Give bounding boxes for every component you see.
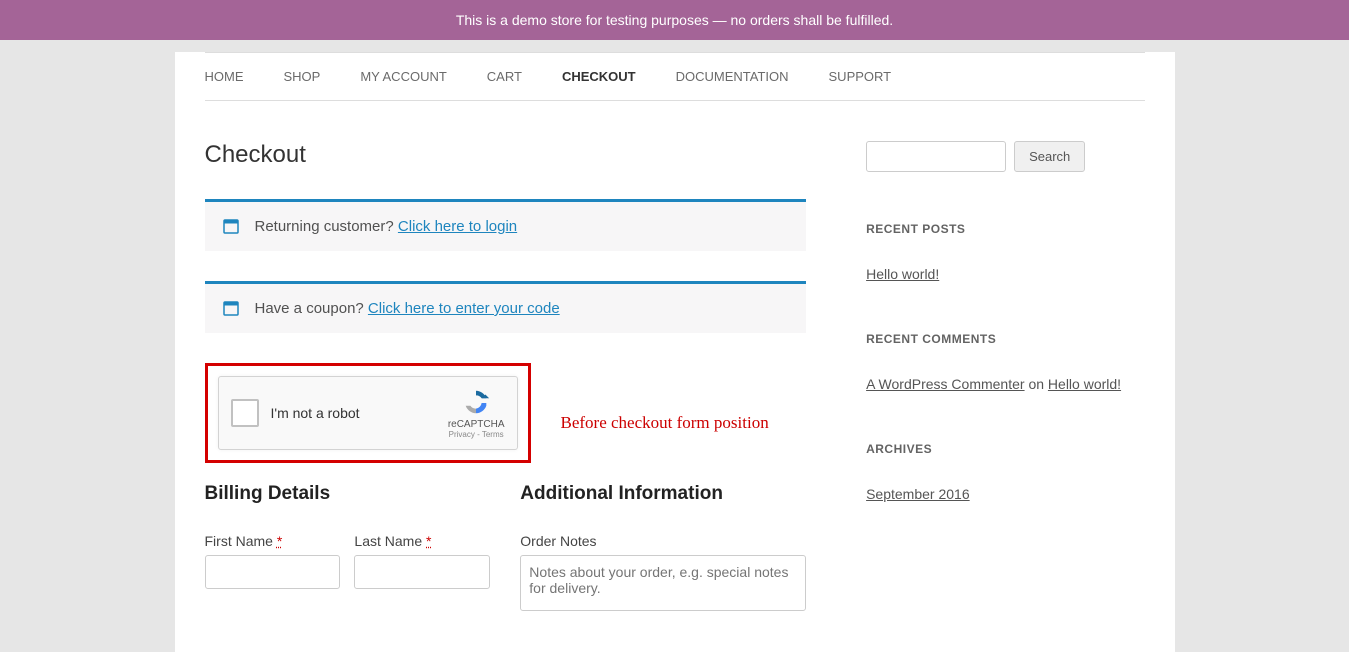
nav-documentation[interactable]: DOCUMENTATION (676, 69, 789, 84)
recaptcha-links: Privacy - Terms (449, 430, 504, 439)
billing-heading: Billing Details (205, 483, 491, 505)
required-indicator: * (277, 533, 282, 549)
last-name-input[interactable] (354, 555, 490, 589)
page-title: Checkout (205, 141, 807, 169)
last-name-field: Last Name * (354, 533, 490, 589)
calendar-icon (223, 218, 239, 234)
recaptcha-checkbox[interactable] (231, 399, 259, 427)
nav-home[interactable]: HOME (205, 69, 244, 84)
recaptcha-row: I'm not a robot reCAPTCHA Privacy - Term… (205, 363, 807, 483)
first-name-field: First Name * (205, 533, 341, 589)
search-button[interactable]: Search (1014, 141, 1085, 172)
search-box (866, 141, 1006, 172)
comment-post-link[interactable]: Hello world! (1048, 376, 1121, 392)
archives-title: ARCHIVES (866, 442, 1126, 456)
name-field-row: First Name * Last Name * (205, 533, 491, 589)
recent-comments-title: RECENT COMMENTS (866, 332, 1126, 346)
recaptcha-terms-link[interactable]: Terms (482, 430, 504, 439)
sidebar: Search RECENT POSTS Hello world! RECENT … (866, 141, 1126, 614)
search-input[interactable] (866, 141, 1006, 172)
archive-link[interactable]: September 2016 (866, 486, 970, 502)
last-name-label: Last Name * (354, 533, 490, 549)
recent-posts-widget: RECENT POSTS Hello world! (866, 222, 1126, 282)
demo-store-banner: This is a demo store for testing purpose… (0, 0, 1349, 40)
nav-my-account[interactable]: MY ACCOUNT (360, 69, 446, 84)
first-name-input[interactable] (205, 555, 341, 589)
calendar-icon (223, 300, 239, 316)
additional-heading: Additional Information (520, 483, 806, 505)
recent-comments-widget: RECENT COMMENTS A WordPress Commenter on… (866, 332, 1126, 392)
recaptcha-logo-area: reCAPTCHA Privacy - Terms (448, 387, 505, 439)
archives-widget: ARCHIVES September 2016 (866, 442, 1126, 502)
checkout-form-columns: Billing Details First Name * Last Name * (205, 483, 807, 614)
nav-checkout[interactable]: CHECKOUT (562, 69, 636, 84)
content-area: Checkout Returning customer? Click here … (185, 101, 1165, 614)
login-link[interactable]: Click here to login (398, 218, 517, 235)
coupon-notice: Have a coupon? Click here to enter your … (205, 281, 807, 333)
recent-comment-item: A WordPress Commenter on Hello world! (866, 376, 1126, 392)
order-notes-field: Order Notes (520, 533, 806, 614)
main-column: Checkout Returning customer? Click here … (205, 141, 807, 614)
recaptcha-highlight-box: I'm not a robot reCAPTCHA Privacy - Term… (205, 363, 531, 463)
page-container: HOME SHOP MY ACCOUNT CART CHECKOUT DOCUM… (175, 52, 1175, 652)
recaptcha-privacy-link[interactable]: Privacy (449, 430, 475, 439)
recent-post-link[interactable]: Hello world! (866, 266, 939, 282)
login-notice: Returning customer? Click here to login (205, 199, 807, 251)
recent-posts-title: RECENT POSTS (866, 222, 1126, 236)
recaptcha-icon (461, 387, 491, 417)
nav-support[interactable]: SUPPORT (829, 69, 892, 84)
recaptcha-brand: reCAPTCHA (448, 419, 505, 430)
coupon-notice-text: Have a coupon? (255, 300, 368, 317)
recaptcha-widget: I'm not a robot reCAPTCHA Privacy - Term… (218, 376, 518, 450)
main-nav: HOME SHOP MY ACCOUNT CART CHECKOUT DOCUM… (205, 53, 1145, 100)
order-notes-textarea[interactable] (520, 555, 806, 611)
login-notice-text: Returning customer? (255, 218, 398, 235)
recaptcha-label: I'm not a robot (271, 405, 448, 421)
required-indicator: * (426, 533, 431, 549)
on-text: on (1025, 376, 1048, 392)
billing-column: Billing Details First Name * Last Name * (205, 483, 491, 614)
commenter-link[interactable]: A WordPress Commenter (866, 376, 1024, 392)
annotation-text: Before checkout form position (561, 413, 769, 433)
additional-column: Additional Information Order Notes (520, 483, 806, 614)
nav-shop[interactable]: SHOP (284, 69, 321, 84)
order-notes-label: Order Notes (520, 533, 806, 549)
search-widget: Search (866, 141, 1126, 172)
first-name-label: First Name * (205, 533, 341, 549)
nav-wrap: HOME SHOP MY ACCOUNT CART CHECKOUT DOCUM… (205, 52, 1145, 101)
coupon-link[interactable]: Click here to enter your code (368, 300, 560, 317)
nav-cart[interactable]: CART (487, 69, 522, 84)
